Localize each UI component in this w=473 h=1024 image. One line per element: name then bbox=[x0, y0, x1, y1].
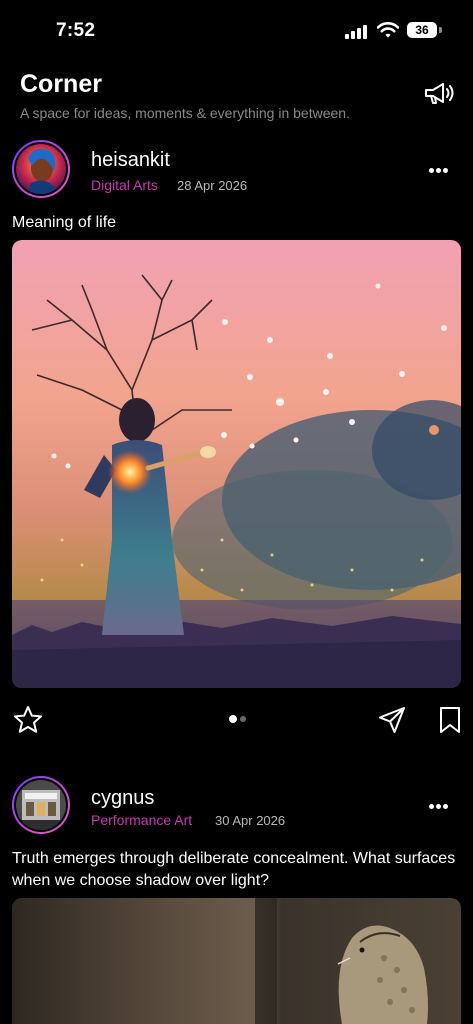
post-date: 28 Apr 2026 bbox=[177, 178, 248, 193]
carousel-indicator bbox=[229, 715, 249, 723]
post-card: cygnus Performance Art 30 Apr 2026 Truth… bbox=[0, 776, 473, 1024]
post-username[interactable]: cygnus bbox=[91, 787, 154, 810]
more-options-icon[interactable] bbox=[427, 802, 451, 812]
battery-indicator: 36 bbox=[407, 22, 437, 38]
post-image[interactable] bbox=[12, 240, 461, 688]
page-title: Corner bbox=[20, 70, 102, 98]
bookmark-icon[interactable] bbox=[438, 705, 462, 735]
share-icon[interactable] bbox=[377, 705, 407, 735]
page-header: Corner A space for ideas, moments & ever… bbox=[20, 70, 460, 122]
post-date: 30 Apr 2026 bbox=[215, 813, 286, 828]
wifi-icon bbox=[377, 22, 399, 38]
megaphone-icon[interactable] bbox=[422, 80, 456, 108]
post-actions bbox=[0, 702, 473, 738]
battery-nub bbox=[439, 27, 442, 33]
avatar[interactable] bbox=[12, 140, 70, 198]
post-image[interactable] bbox=[12, 898, 461, 1024]
post-caption: Truth emerges through deliberate conceal… bbox=[12, 850, 456, 889]
avatar[interactable] bbox=[12, 776, 70, 834]
status-time: 7:52 bbox=[56, 20, 96, 41]
page-subtitle: A space for ideas, moments & everything … bbox=[20, 105, 350, 121]
star-icon[interactable] bbox=[12, 704, 44, 736]
post-username[interactable]: heisankit bbox=[91, 149, 170, 172]
post-category[interactable]: Performance Art bbox=[91, 812, 192, 828]
post-card: heisankit Digital Arts 28 Apr 2026 Meani… bbox=[0, 138, 473, 738]
cellular-signal-icon bbox=[345, 25, 369, 39]
more-options-icon[interactable] bbox=[427, 166, 451, 176]
post-category[interactable]: Digital Arts bbox=[91, 177, 158, 193]
post-caption: Meaning of life bbox=[12, 214, 117, 231]
status-bar: 7:52 36 bbox=[0, 0, 473, 64]
